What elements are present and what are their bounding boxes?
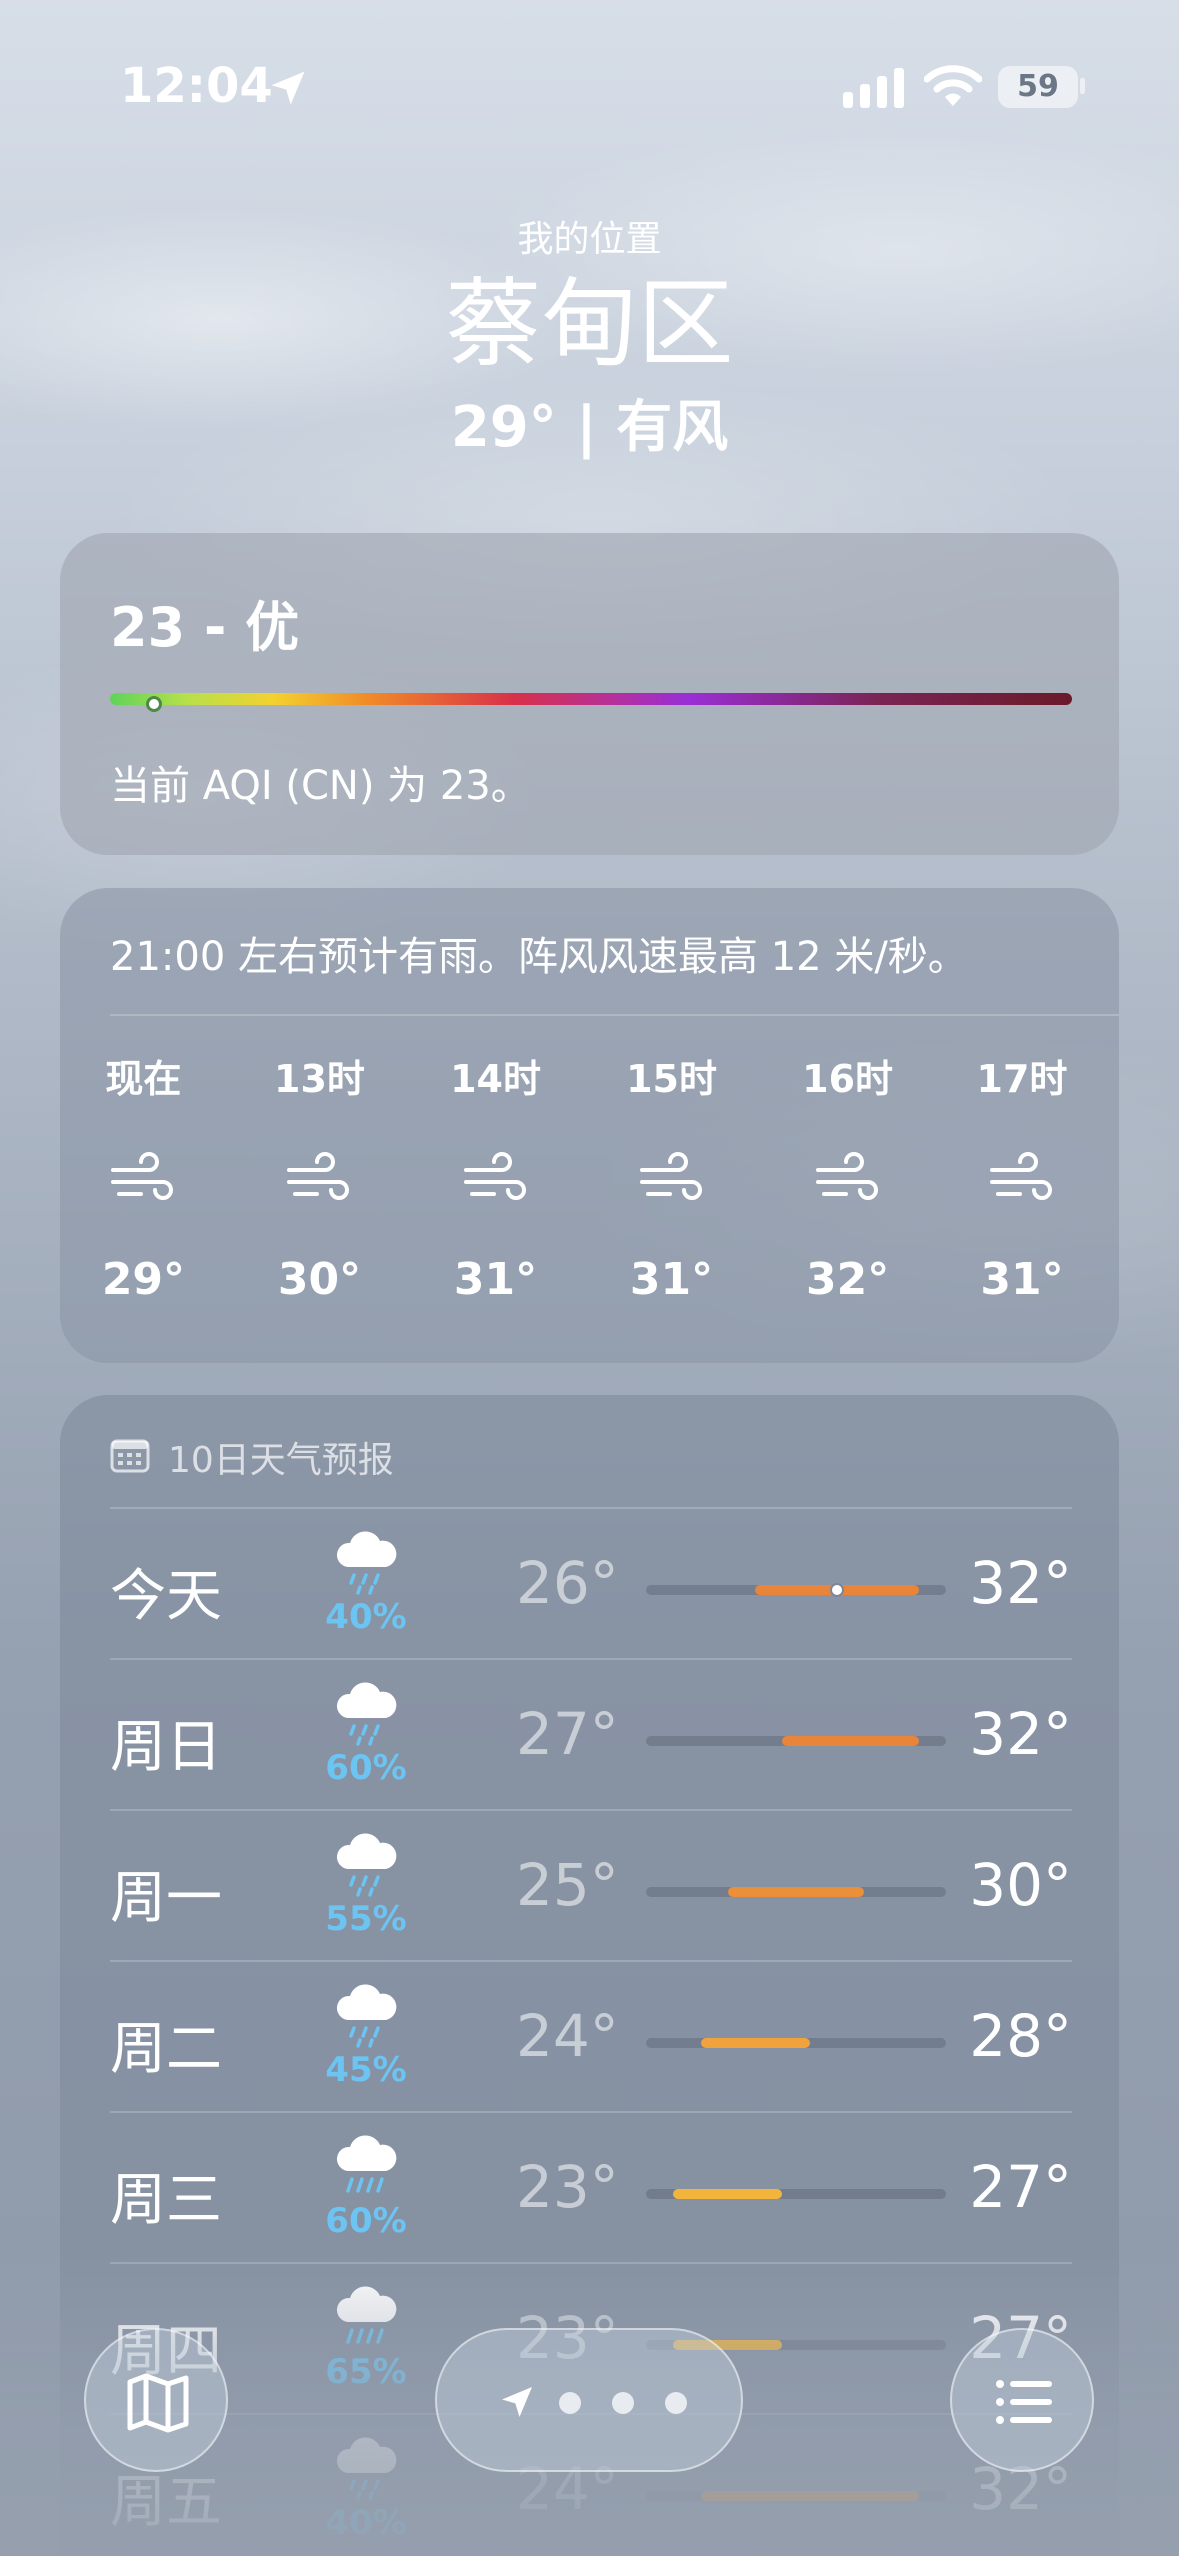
location-list-button[interactable] (950, 2328, 1094, 2472)
hourly-forecast-card[interactable]: 21:00 左右预计有雨。阵风风速最高 12 米/秒。 现在 29° 13时 30… (60, 888, 1119, 1363)
hour-temp: 31° (980, 1254, 1064, 1305)
temp-range-bar (782, 1736, 919, 1746)
hour-temp: 31° (453, 1254, 538, 1305)
high-temp: 28° (969, 2002, 1072, 2070)
page-dot[interactable] (612, 2392, 634, 2414)
high-temp: 27° (969, 2153, 1072, 2221)
hour-column: 13时 30° (259, 1048, 379, 1305)
hour-temp: 30° (277, 1254, 362, 1305)
day-name: 周三 (110, 2168, 222, 2233)
day-row[interactable]: 今天 40% 26° 32° (110, 1507, 1072, 1658)
day-name: 周日 (110, 1715, 222, 1780)
low-temp: 23° (516, 2153, 619, 2221)
location-header: 我的位置 蔡甸区 29° | 有风 (0, 210, 1179, 463)
rain-cloud-icon (330, 1980, 402, 2052)
temp-range-track (646, 1887, 946, 1897)
city-name: 蔡甸区 (445, 268, 734, 380)
current-conditions: 29° | 有风 (450, 395, 729, 460)
precipitation-chance: 40% (325, 1597, 407, 1637)
list-icon (996, 2380, 1052, 2424)
battery-tip (1080, 78, 1085, 94)
hour-column: 14时 31° (436, 1048, 556, 1305)
high-temp: 30° (969, 1851, 1072, 1919)
rain-cloud-icon (330, 1527, 402, 1599)
wind-icon (107, 1144, 179, 1216)
hour-label: 16时 (802, 1057, 894, 1101)
wind-icon (812, 1144, 884, 1216)
precipitation-chance: 45% (325, 2050, 407, 2090)
hour-label: 现在 (105, 1057, 182, 1101)
hour-column: 17时 31° (962, 1048, 1082, 1305)
aqi-scale-bar (110, 693, 1072, 705)
precipitation-chance: 60% (325, 2201, 407, 2241)
wind-icon (986, 1144, 1058, 1216)
rain-cloud-icon (330, 1829, 402, 1901)
temp-range-track (646, 1583, 946, 1597)
temp-range-track (646, 2038, 946, 2048)
hour-temp: 32° (805, 1254, 890, 1305)
page-indicator[interactable] (435, 2328, 743, 2472)
battery-indicator: 59 (998, 66, 1078, 108)
aqi-indicator-dot (146, 696, 163, 712)
page-dot[interactable] (665, 2392, 687, 2414)
cellular-signal-icon (843, 68, 904, 108)
day-row[interactable]: 周一 55% 25° 30° (110, 1809, 1072, 1960)
hour-column: 15时 31° (612, 1048, 732, 1305)
low-temp: 26° (516, 1549, 619, 1617)
wifi-icon (924, 65, 982, 106)
heavy-rain-cloud-icon (330, 2131, 402, 2203)
location-arrow-icon (502, 2387, 532, 2417)
temp-range-bar (700, 2038, 810, 2048)
temp-range-track (646, 2189, 946, 2199)
temp-range-bar (673, 2189, 783, 2199)
high-temp: 32° (969, 1700, 1072, 1768)
wind-icon (636, 1144, 708, 1216)
day-name: 今天 (110, 1564, 222, 1629)
hour-temp: 31° (629, 1254, 714, 1305)
day-row[interactable]: 周日 60% 27° 32° (110, 1658, 1072, 1809)
hour-column: 16时 32° (788, 1048, 908, 1305)
status-time: 12:04 (120, 58, 273, 114)
rain-cloud-icon (330, 1678, 402, 1750)
hour-label: 15时 (626, 1057, 717, 1101)
high-temp: 32° (969, 1549, 1072, 1617)
hourly-summary: 21:00 左右预计有雨。阵风风速最高 12 米/秒。 (110, 934, 968, 980)
wind-icon (283, 1144, 355, 1216)
wind-icon (460, 1144, 532, 1216)
hour-label: 14时 (450, 1057, 541, 1101)
status-bar: 12:04 59 (0, 58, 1179, 118)
temp-range-bar (727, 1887, 865, 1897)
current-temp-dot (829, 1583, 844, 1597)
location-services-icon (271, 71, 305, 105)
aqi-description: 当前 AQI (CN) 为 23。 (110, 763, 531, 809)
map-icon (127, 2373, 189, 2433)
precipitation-chance: 55% (325, 1899, 407, 1939)
divider (110, 1014, 1119, 1016)
ten-day-title: 10日天气预报 (168, 1440, 394, 1481)
temp-range-track (646, 1736, 946, 1746)
air-quality-card[interactable]: 23 - 优 当前 AQI (CN) 为 23。 (60, 533, 1119, 855)
aqi-title: 23 - 优 (110, 596, 300, 659)
hour-column: 现在 29° (83, 1048, 203, 1305)
page-dot[interactable] (559, 2392, 581, 2414)
my-location-label: 我的位置 (517, 219, 662, 260)
precipitation-chance: 60% (325, 1748, 407, 1788)
day-name: 周一 (110, 1866, 222, 1931)
day-name: 周二 (110, 2017, 222, 2082)
hour-temp: 29° (101, 1254, 186, 1305)
low-temp: 25° (516, 1851, 619, 1919)
low-temp: 27° (516, 1700, 619, 1768)
map-button[interactable] (84, 2328, 228, 2472)
day-row[interactable]: 周三 60% 23° 27° (110, 2111, 1072, 2262)
calendar-icon (110, 1439, 150, 1473)
day-row[interactable]: 周二 45% 24° 28° (110, 1960, 1072, 2111)
hour-label: 17时 (976, 1057, 1068, 1101)
low-temp: 24° (516, 2002, 619, 2070)
hour-label: 13时 (274, 1057, 365, 1101)
